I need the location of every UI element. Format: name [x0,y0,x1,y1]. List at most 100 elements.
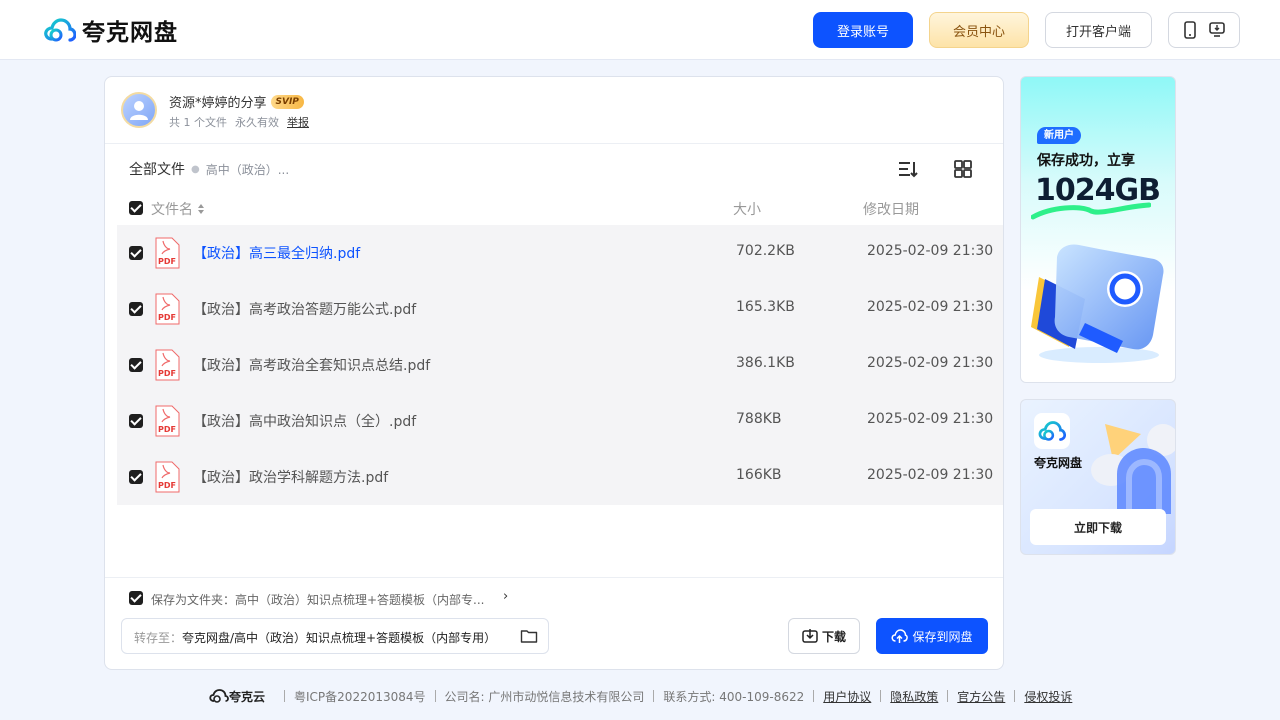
file-list: PDF 【政治】高三最全归纳.pdf 702.2KB 2025-02-09 21… [117,225,1003,505]
pdf-file-icon: PDF [155,461,180,493]
row-checkbox[interactable] [129,358,143,372]
top-bar: 夸克网盘 登录账号 会员中心 打开客户端 [0,0,1280,60]
footer-link-announcement[interactable]: 官方公告 [957,688,1005,705]
quark-logo[interactable]: 夸克网盘 [44,15,178,46]
breadcrumb-separator: ● [191,163,200,175]
download-label: 下载 [821,629,846,644]
share-header: 资源*婷婷的分享 SVIP 共 1 个文件 永久有效 举报 [105,77,1003,144]
ad-logo [1034,413,1070,449]
footer: 夸克云 粤ICP备2022013084号 公司名: 广州市动悦信息技术有限公司 … [209,686,1072,706]
footer-brand-text: 夸克云 [229,689,266,704]
file-size: 788KB [736,411,782,427]
svg-text:PDF: PDF [158,257,176,266]
login-button[interactable]: 登录账号 [813,12,913,48]
folder-illustration-icon [1031,244,1164,363]
download-now-button[interactable]: 立即下载 [1030,509,1166,545]
avatar [121,92,157,128]
share-owner: 资源*婷婷的分享 [169,96,267,111]
footer-brand: 夸克云 [209,688,265,705]
footer-link-privacy[interactable]: 隐私政策 [890,688,938,705]
row-checkbox[interactable] [129,302,143,316]
quark-cloud-icon [209,689,229,703]
footer-contact: 联系方式: 400-109-8622 [663,689,805,704]
pdf-file-icon: PDF [155,237,180,269]
column-date: 修改日期 [863,202,919,218]
new-user-ad-banner[interactable]: 新用户 保存成功，立享 1024GB [1020,76,1176,383]
file-size: 386.1KB [736,355,795,371]
svg-text:PDF: PDF [158,481,176,490]
breadcrumb-current[interactable]: 高中（政治）... [206,161,289,178]
row-checkbox[interactable] [129,414,143,428]
save-as-folder-checkbox[interactable] [129,591,143,605]
grid-view-icon[interactable] [952,158,974,180]
destination-prefix: 转存至： [134,631,183,645]
device-buttons [1168,12,1240,48]
file-name[interactable]: 【政治】高考政治全套知识点总结.pdf [193,355,430,375]
file-size: 165.3KB [736,299,795,315]
file-date: 2025-02-09 21:30 [867,299,994,315]
validity: 永久有效 [235,116,279,129]
download-app-ad-banner[interactable]: 夸克网盘 立即下载 [1020,399,1176,555]
save-to-drive-button[interactable]: 保存到网盘 [876,618,988,654]
pdf-file-icon: PDF [155,405,180,437]
sort-icon[interactable] [897,158,919,180]
desktop-icon[interactable] [1208,21,1226,39]
footer-link-infringement[interactable]: 侵权投诉 [1024,688,1072,705]
user-icon [130,101,148,120]
footer-link-user-agreement[interactable]: 用户协议 [823,688,871,705]
footer-company: 公司名: 广州市动悦信息技术有限公司 [444,689,645,704]
svg-text:PDF: PDF [158,369,176,378]
column-name[interactable]: 文件名 [151,199,193,219]
member-center-button[interactable]: 会员中心 [929,12,1029,48]
save-destination-field[interactable]: 转存至： 夸克网盘/高中（政治）知识点梳理+答题模板（内部专用） [121,618,549,654]
logo-text: 夸克网盘 [82,20,178,46]
file-date: 2025-02-09 21:30 [867,467,994,483]
footer-divider [947,690,949,702]
mobile-icon[interactable] [1182,21,1198,39]
file-name[interactable]: 【政治】高中政治知识点（全）.pdf [193,411,416,431]
cloud-logo-icon [44,18,76,42]
table-row[interactable]: PDF 【政治】高考政治答题万能公式.pdf 165.3KB 2025-02-0… [117,281,1003,337]
cloud-illustration-icon [1091,424,1175,514]
report-link[interactable]: 举报 [287,114,309,130]
file-name[interactable]: 【政治】高考政治答题万能公式.pdf [193,299,416,319]
download-icon [802,629,818,643]
pdf-file-icon: PDF [155,293,180,325]
sort-arrows-icon[interactable] [197,202,205,216]
cloud-upload-icon [891,629,909,643]
footer-divider [1014,690,1016,702]
file-size: 166KB [736,467,782,483]
row-checkbox[interactable] [129,246,143,260]
save-as-folder-label: 保存为文件夹：高中（政治）知识点梳理+答题模板（内部专... [151,593,485,607]
breadcrumb-root[interactable]: 全部文件 [129,159,185,179]
share-title: 资源*婷婷的分享 SVIP [169,92,304,111]
footer-divider [880,690,882,702]
footer-icp: 粤ICP备2022013084号 [294,689,426,704]
file-date: 2025-02-09 21:30 [867,411,994,427]
share-panel: 资源*婷婷的分享 SVIP 共 1 个文件 永久有效 举报 全部文件 ● 高中（… [104,76,1004,670]
file-name[interactable]: 【政治】政治学科解题方法.pdf [193,467,388,487]
cloud-logo-icon [1038,421,1066,441]
svip-badge: SVIP [270,94,304,109]
table-row[interactable]: PDF 【政治】高三最全归纳.pdf 702.2KB 2025-02-09 21… [117,225,1003,281]
file-size: 702.2KB [736,243,795,259]
footer-divider [284,690,286,702]
row-checkbox[interactable] [129,470,143,484]
breadcrumb: 全部文件 ● 高中（政治）... [129,159,289,179]
file-count: 共 1 个文件 [169,116,227,129]
select-all-checkbox[interactable] [129,201,143,215]
footer-divider [813,690,815,702]
table-row[interactable]: PDF 【政治】高考政治全套知识点总结.pdf 386.1KB 2025-02-… [117,337,1003,393]
share-meta: 共 1 个文件 永久有效 举报 [169,114,309,130]
table-row[interactable]: PDF 【政治】高中政治知识点（全）.pdf 788KB 2025-02-09 … [117,393,1003,449]
file-date: 2025-02-09 21:30 [867,243,994,259]
chevron-right-icon[interactable]: › [503,589,508,604]
table-row[interactable]: PDF 【政治】政治学科解题方法.pdf 166KB 2025-02-09 21… [117,449,1003,505]
footer-divider [653,690,655,702]
file-list-header: 文件名 大小 修改日期 [129,199,999,219]
folder-icon[interactable] [520,627,538,645]
file-name[interactable]: 【政治】高三最全归纳.pdf [193,243,360,263]
ad-app-name: 夸克网盘 [1034,456,1083,470]
download-button[interactable]: 下载 [788,618,860,654]
open-client-button[interactable]: 打开客户端 [1045,12,1152,48]
